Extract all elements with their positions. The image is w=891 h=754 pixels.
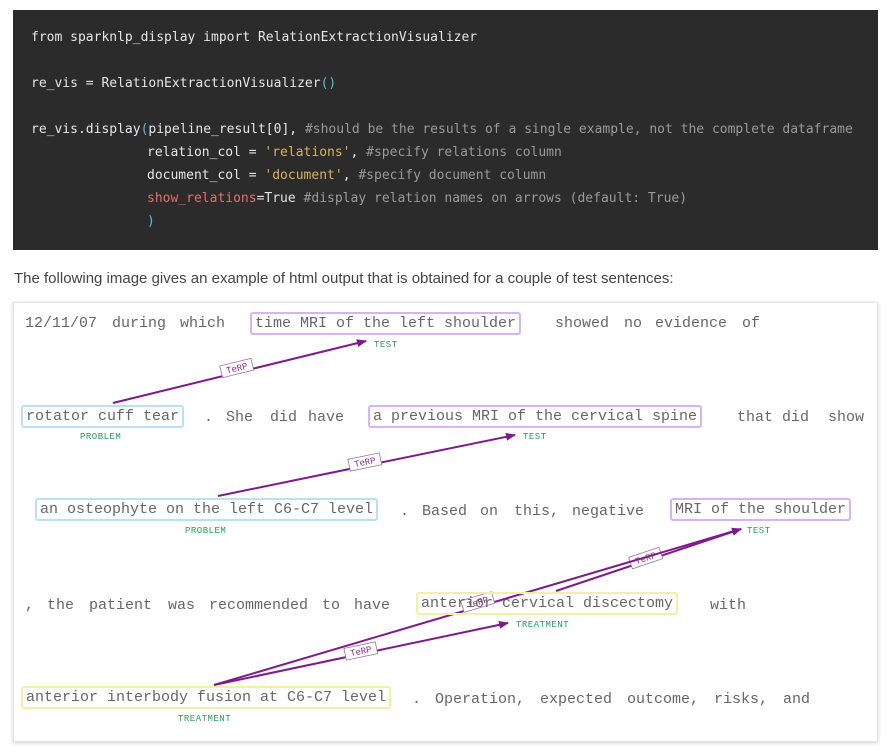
token: Based: [422, 503, 468, 520]
entity-tag-test: TEST: [523, 432, 547, 442]
code-comment: #display relation names on arrows (defau…: [303, 191, 688, 206]
token: no: [624, 315, 643, 332]
token: outcome,: [627, 691, 700, 708]
token: did: [782, 409, 810, 426]
token: the: [47, 597, 75, 614]
code-line-6: show_relations=True #display relation na…: [147, 187, 687, 210]
token: negative: [572, 503, 645, 520]
token: 12/11/07: [25, 315, 98, 332]
token: patient: [89, 597, 153, 614]
token: and: [783, 691, 811, 708]
token: to: [322, 597, 341, 614]
token: .: [400, 503, 410, 520]
entity-treatment: anterior interbody fusion at C6-C7 level: [21, 686, 392, 709]
code-line-1: from sparknlp_display import RelationExt…: [31, 26, 477, 49]
code-text: =True: [256, 191, 304, 206]
code-text: from sparknlp_display import RelationExt…: [31, 30, 478, 45]
entity-tag-test: TEST: [374, 340, 398, 350]
token: showed: [555, 315, 610, 332]
code-comment: #specify relations column: [366, 145, 562, 160]
token: did: [270, 409, 298, 426]
token: risks,: [714, 691, 769, 708]
code-bracket: (): [320, 76, 337, 91]
token: .: [204, 409, 214, 426]
token: which: [180, 315, 226, 332]
token: with: [710, 597, 747, 614]
code-comment: #specify document column: [358, 168, 547, 183]
code-line-5: document_col = 'document', #specify docu…: [147, 164, 546, 187]
token: Operation,: [435, 691, 526, 708]
token: have: [308, 409, 345, 426]
token: ,: [25, 597, 35, 614]
code-line-4: relation_col = 'relations', #specify rel…: [147, 141, 562, 164]
code-line-2: re_vis = RelationExtractionVisualizer(): [31, 72, 336, 95]
entity-problem: an osteophyte on the left C6-C7 level: [35, 498, 379, 521]
token: have: [354, 597, 391, 614]
relation-label-tag: TeRP: [347, 452, 383, 472]
relation-visualization: TeRP TeRP TeRP TeRP TeRP 12/11/07 during…: [13, 302, 878, 742]
entity-tag-test: TEST: [747, 526, 771, 536]
token: this,: [514, 503, 560, 520]
entity-tag-treatment: TREATMENT: [516, 620, 570, 630]
entity-tag-treatment: TREATMENT: [178, 714, 232, 724]
token: show: [828, 409, 865, 426]
code-param: show_relations: [147, 191, 257, 206]
code-text: re_vis = RelationExtractionVisualizer: [31, 76, 321, 91]
token: that: [737, 409, 774, 426]
description-text: The following image gives an example of …: [14, 270, 674, 287]
code-text: pipeline_result[0],: [148, 122, 305, 137]
token: of: [742, 315, 761, 332]
code-text: relation_col =: [147, 145, 265, 160]
code-bracket: ): [147, 214, 155, 229]
token: evidence: [655, 315, 728, 332]
token: on: [480, 503, 499, 520]
token: .: [412, 691, 422, 708]
entity-treatment: anterior cervical discectomy: [416, 592, 679, 615]
code-block: from sparknlp_display import RelationExt…: [13, 10, 878, 250]
relation-arrows: TeRP TeRP TeRP TeRP TeRP: [112, 339, 742, 686]
relation-label-tag: TeRP: [219, 357, 255, 379]
code-text: re_vis.display: [31, 122, 141, 137]
token: recommended: [209, 597, 309, 614]
entity-test: MRI of the shoulder: [670, 498, 852, 521]
code-string: 'relations': [264, 145, 351, 160]
code-text: ,: [350, 145, 367, 160]
code-line-3: re_vis.display(pipeline_result[0], #shou…: [31, 118, 853, 141]
entity-problem: rotator cuff tear: [21, 405, 185, 428]
token: was: [168, 597, 196, 614]
token: expected: [540, 691, 613, 708]
entity-tag-problem: PROBLEM: [185, 526, 227, 536]
code-text: ,: [342, 168, 359, 183]
entity-test: a previous MRI of the cervical spine: [368, 405, 703, 428]
token: She: [226, 409, 254, 426]
token: during: [112, 315, 167, 332]
entity-test: time MRI of the left shoulder: [250, 312, 522, 335]
code-string: 'document': [264, 168, 343, 183]
code-comment: #should be the results of a single examp…: [304, 122, 853, 137]
entity-tag-problem: PROBLEM: [80, 432, 122, 442]
code-text: document_col =: [147, 168, 265, 183]
code-line-7: ): [147, 210, 155, 233]
